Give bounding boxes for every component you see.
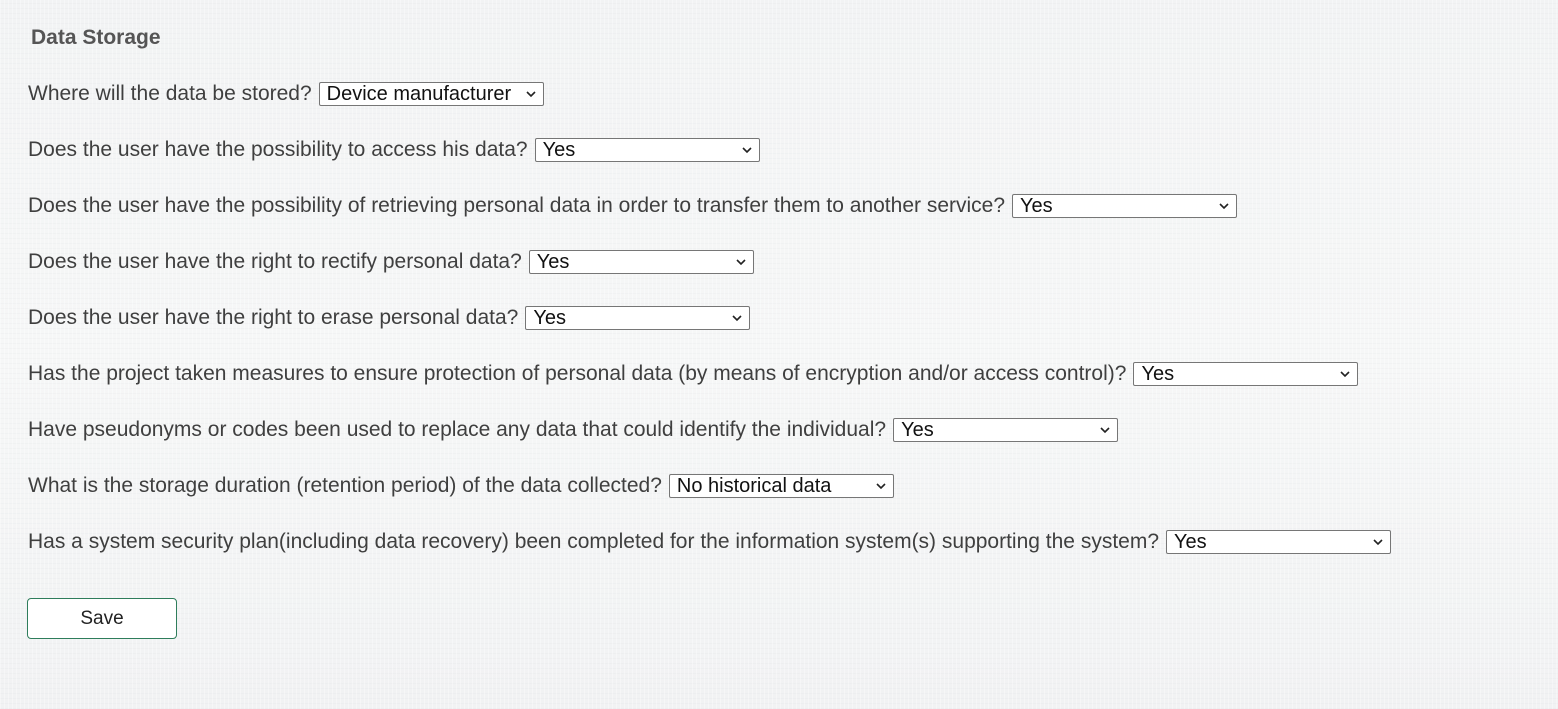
chevron-down-icon — [876, 481, 886, 491]
storage-location-select[interactable]: Device manufacturer — [318, 82, 544, 106]
select-value: Yes — [1020, 194, 1053, 217]
save-button[interactable]: Save — [27, 598, 177, 639]
question-row-data-portability: Does the user have the possibility of re… — [28, 193, 1391, 219]
rectify-data-select[interactable]: Yes — [528, 250, 754, 274]
question-row-storage-duration: What is the storage duration (retention … — [28, 473, 1391, 499]
security-plan-select[interactable]: Yes — [1166, 530, 1392, 554]
question-label: Where will the data be stored? — [28, 82, 312, 105]
access-data-select[interactable]: Yes — [534, 138, 760, 162]
question-row-security-plan: Has a system security plan(including dat… — [28, 529, 1392, 555]
select-value: Yes — [1141, 362, 1175, 385]
chevron-down-icon — [732, 313, 742, 323]
question-label: What is the storage duration (retention … — [28, 474, 662, 497]
select-value: No historical data — [676, 474, 832, 497]
question-label: Does the user have the right to erase pe… — [28, 306, 519, 329]
data-storage-form: Where will the data be stored? Device ma… — [28, 81, 1392, 585]
question-row-pseudonyms: Have pseudonyms or codes been used to re… — [28, 417, 1391, 443]
data-protection-select[interactable]: Yes — [1133, 362, 1359, 386]
question-label: Does the user have the possibility to ac… — [28, 138, 528, 161]
pseudonyms-select[interactable]: Yes — [893, 418, 1119, 442]
select-value: Yes — [1174, 530, 1207, 553]
chevron-down-icon — [736, 257, 746, 267]
question-row-erase-data: Does the user have the right to erase pe… — [28, 305, 1391, 331]
chevron-down-icon — [1340, 369, 1351, 379]
question-row-access-data: Does the user have the possibility to ac… — [28, 137, 1391, 163]
question-label: Has the project taken measures to ensure… — [28, 362, 1127, 385]
question-label: Does the user have the possibility of re… — [28, 194, 1006, 217]
erase-data-select[interactable]: Yes — [525, 306, 751, 330]
select-value: Yes — [901, 418, 934, 441]
chevron-down-icon — [526, 89, 536, 99]
section-title: Data Storage — [31, 26, 161, 49]
storage-duration-select[interactable]: No historical data — [668, 474, 894, 498]
chevron-down-icon — [1219, 201, 1229, 211]
question-label: Have pseudonyms or codes been used to re… — [28, 418, 887, 441]
select-value: Yes — [542, 138, 576, 161]
question-row-data-protection: Has the project taken measures to ensure… — [28, 361, 1391, 387]
select-value: Device manufacturer — [326, 82, 512, 105]
question-label: Does the user have the right to rectify … — [28, 250, 522, 273]
question-row-storage-location: Where will the data be stored? Device ma… — [28, 81, 1391, 107]
question-label: Has a system security plan(including dat… — [28, 530, 1160, 553]
select-value: Yes — [533, 306, 566, 329]
chevron-down-icon — [1373, 537, 1383, 547]
question-row-rectify-data: Does the user have the right to rectify … — [28, 249, 1391, 275]
chevron-down-icon — [742, 145, 752, 155]
select-value: Yes — [536, 250, 570, 273]
data-portability-select[interactable]: Yes — [1012, 194, 1238, 218]
chevron-down-icon — [1100, 425, 1110, 435]
